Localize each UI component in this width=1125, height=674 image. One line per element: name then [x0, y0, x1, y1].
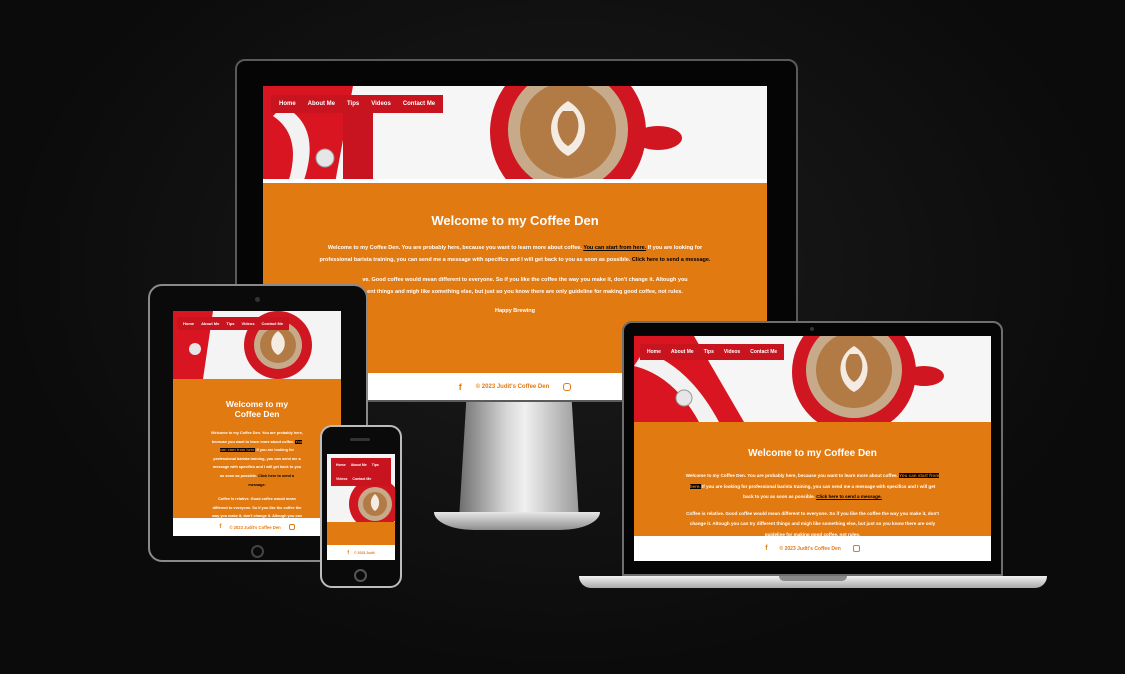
main-content: Welcome to my Coffee Den Welcome to my C…: [634, 422, 991, 536]
main-content: [327, 522, 395, 545]
footer-copyright: © 2023 Judit: [354, 550, 375, 555]
relative-paragraph: Coffee is relative. Good coffee would me…: [212, 497, 302, 518]
nav-tips[interactable]: Tips: [226, 321, 234, 326]
site-footer: f © 2023 Judit's Coffee Den: [173, 518, 341, 536]
instagram-icon[interactable]: [852, 545, 860, 552]
laptop-opening-notch: [779, 576, 847, 581]
footer-copyright: © 2023 Judit's Coffee Den: [229, 524, 281, 530]
main-nav: Home About Me Tips Videos Contact Me: [177, 317, 290, 330]
relative-text-line-2: ent things and migh like something else,…: [367, 289, 683, 295]
nav-home[interactable]: Home: [183, 321, 194, 326]
nav-tips[interactable]: Tips: [347, 101, 359, 107]
instagram-icon[interactable]: [563, 382, 572, 391]
tablet-screen: Home About Me Tips Videos Contact Me Wel…: [173, 311, 341, 536]
nav-videos[interactable]: Videos: [371, 101, 391, 107]
hero-image: Home About Me Tips Videos Contact Me: [263, 86, 767, 183]
nav-contact[interactable]: Contact Me: [352, 477, 371, 481]
footer-copyright: © 2023 Judit's Coffee Den: [779, 545, 841, 552]
intro-text: Welcome to my Coffee Den. You are probab…: [211, 431, 303, 444]
intro-text: Welcome to my Coffee Den. You are probab…: [685, 473, 898, 478]
nav-tips[interactable]: Tips: [704, 349, 714, 355]
imac-stand-base: [434, 512, 600, 530]
facebook-icon[interactable]: f: [219, 524, 221, 530]
intro-text: Welcome to my Coffee Den. You are probab…: [327, 245, 582, 251]
nav-home[interactable]: Home: [336, 463, 346, 467]
laptop-screen: Home About Me Tips Videos Contact Me Wel…: [634, 336, 991, 561]
nav-contact[interactable]: Contact Me: [750, 349, 777, 355]
nav-about[interactable]: About Me: [671, 349, 694, 355]
nav-home[interactable]: Home: [647, 349, 661, 355]
sign-off: Happy Brewing: [494, 308, 536, 314]
device-mockup-stage: Home About Me Tips Videos Contact Me Wel…: [0, 0, 1125, 674]
relative-paragraph: Coffee is relative. Good coffee would me…: [686, 510, 939, 537]
phone-home-button[interactable]: [354, 569, 367, 582]
tablet-home-button[interactable]: [251, 545, 264, 558]
phone-screen: Home About Me Tips Videos Contact Me f ©…: [327, 454, 395, 560]
relative-text-line-1: ve. Good coffee would mean different to …: [362, 277, 688, 283]
send-message-link[interactable]: Click here to send a message.: [816, 494, 882, 499]
nav-videos[interactable]: Videos: [336, 477, 347, 481]
nav-contact[interactable]: Contact Me: [403, 101, 435, 107]
intro-paragraph: Welcome to my Coffee Den. You are probab…: [211, 429, 303, 489]
nav-about[interactable]: About Me: [201, 321, 219, 326]
start-here-link[interactable]: You can start from here.: [583, 245, 646, 251]
nav-videos[interactable]: Videos: [242, 321, 255, 326]
laptop-camera: [810, 327, 814, 331]
main-nav: Home About Me Tips Videos Contact Me: [640, 344, 785, 360]
facebook-icon[interactable]: f: [347, 550, 349, 556]
send-message-link[interactable]: Click here to send a message.: [632, 257, 711, 263]
hero-image: Home About Me Tips Videos Contact Me: [634, 336, 991, 422]
nav-contact[interactable]: Contact Me: [262, 321, 284, 326]
phone-speaker: [350, 438, 370, 441]
intro-paragraph: Welcome to my Coffee Den. You are probab…: [318, 242, 712, 266]
nav-about[interactable]: About Me: [351, 463, 367, 467]
page-heading: Welcome to my Coffee Den: [225, 399, 289, 419]
instagram-icon[interactable]: [288, 524, 295, 530]
nav-about[interactable]: About Me: [308, 101, 335, 107]
tablet-camera: [255, 297, 260, 302]
main-nav: Home About Me Tips Videos Contact Me: [331, 458, 391, 486]
page-heading: Welcome to my Coffee Den: [748, 448, 877, 459]
hero-image: Home About Me Tips Videos Contact Me: [327, 454, 395, 522]
nav-videos[interactable]: Videos: [724, 349, 740, 355]
relative-paragraph: ve. Good coffee would mean different to …: [318, 274, 712, 298]
nav-home[interactable]: Home: [279, 101, 296, 107]
nav-tips[interactable]: Tips: [372, 463, 379, 467]
site-footer: f © 2023 Judit: [327, 545, 395, 560]
site-footer: f © 2023 Judit's Coffee Den: [634, 536, 991, 561]
hero-image: Home About Me Tips Videos Contact Me: [173, 311, 341, 379]
facebook-icon[interactable]: f: [459, 382, 462, 392]
main-nav: Home About Me Tips Videos Contact Me: [271, 95, 444, 113]
imac-stand: [459, 402, 579, 520]
main-content: Welcome to my Coffee Den Welcome to my C…: [173, 379, 341, 518]
page-heading: Welcome to my Coffee Den: [431, 213, 599, 228]
facebook-icon[interactable]: f: [765, 545, 767, 552]
footer-copyright: © 2023 Judit's Coffee Den: [475, 383, 550, 390]
intro-paragraph: Welcome to my Coffee Den. You are probab…: [684, 471, 941, 503]
